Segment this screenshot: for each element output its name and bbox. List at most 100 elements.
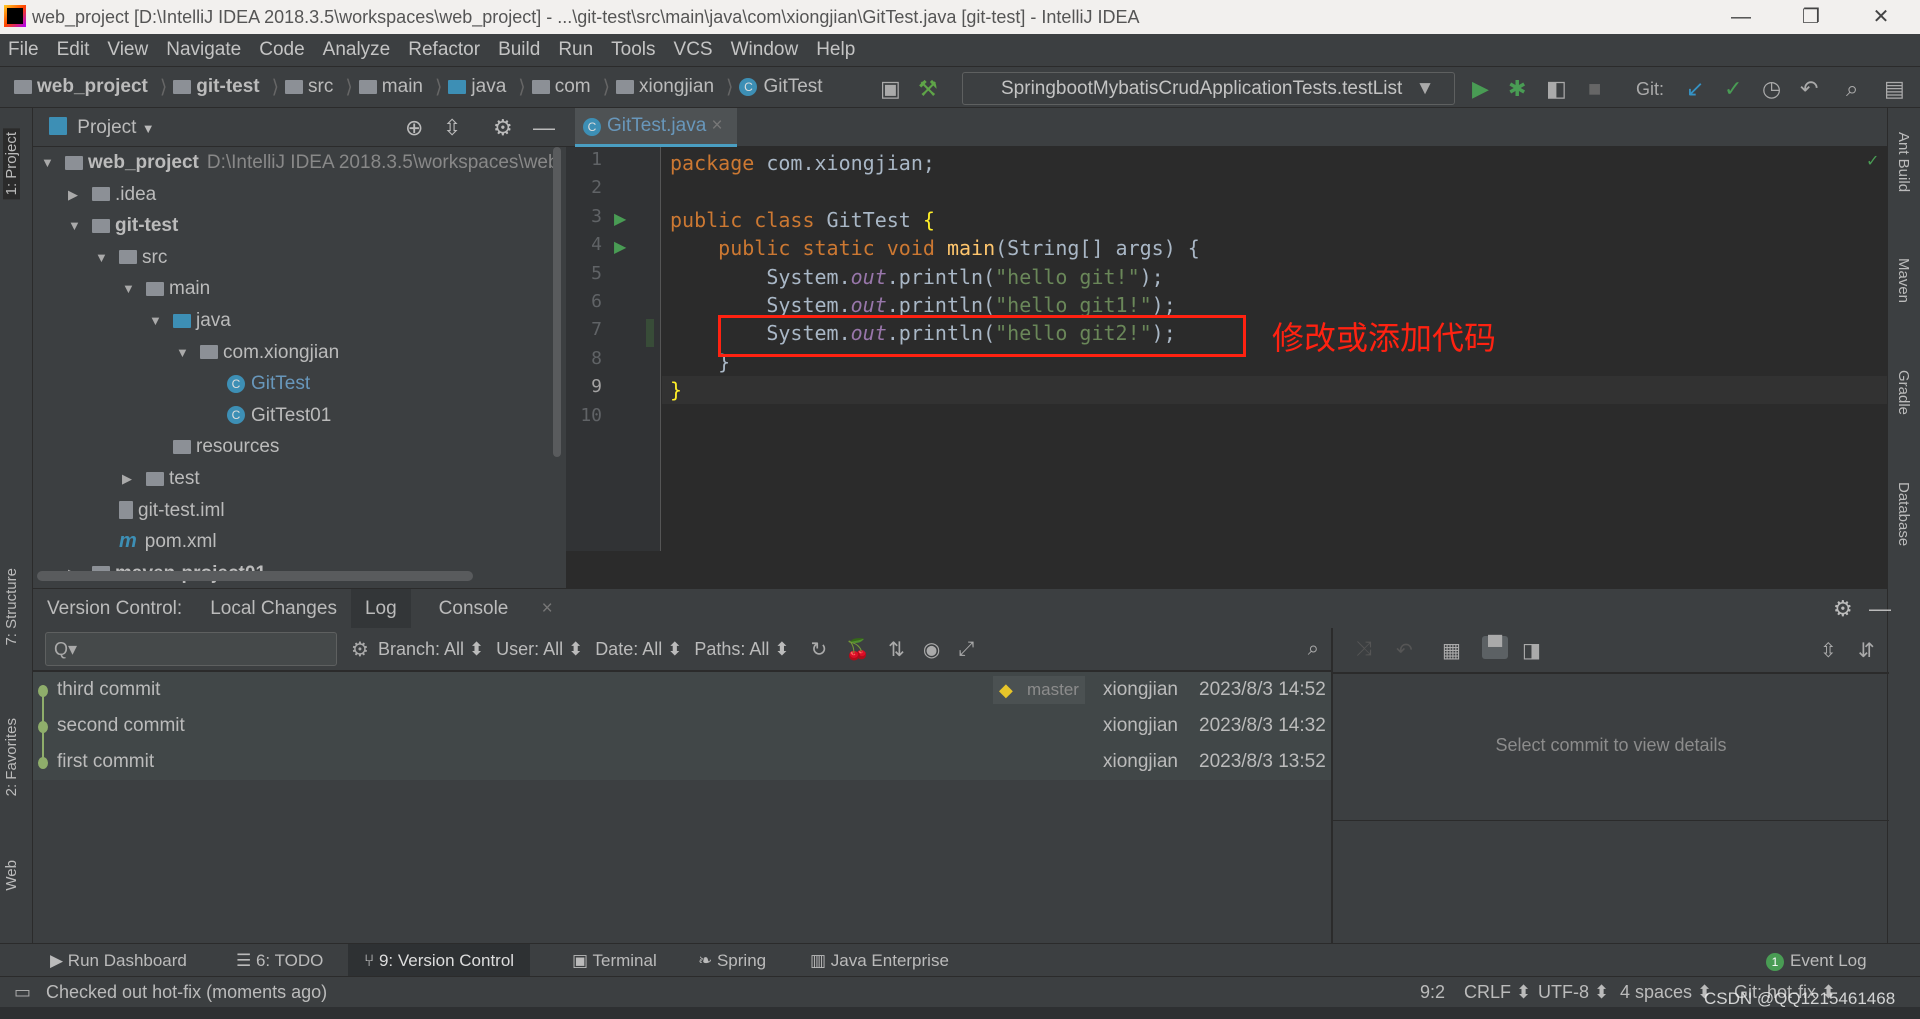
close-tab-icon[interactable]: × [712, 115, 723, 136]
bottom-tab[interactable]: ⑂ 9: Version Control [348, 944, 531, 977]
tab-console[interactable]: Console × [411, 589, 581, 628]
search-icon[interactable]: ⌕ [1846, 75, 1858, 103]
menu-edit[interactable]: Edit [57, 39, 90, 61]
tree-item[interactable]: git-test.iml [95, 495, 225, 526]
tree-item[interactable]: ▶ .idea [68, 179, 156, 210]
tool-tab-ant-build[interactable]: Ant Build [1895, 132, 1912, 192]
hide-icon[interactable]: — [1855, 589, 1905, 628]
gear-icon[interactable]: ⚙ [351, 637, 369, 662]
tree-item[interactable]: ▶ test [122, 463, 200, 494]
git-update-icon[interactable]: ↙ [1686, 75, 1704, 103]
rollback-icon[interactable]: ↶ [1800, 75, 1818, 103]
project-view-select[interactable]: Project [77, 117, 136, 138]
menu-run[interactable]: Run [558, 39, 593, 61]
commit-row[interactable]: third commit master ◆ xiongjian 2023/8/3 14:… [33, 672, 1331, 708]
expanded-arrow-icon[interactable]: ▼ [95, 242, 111, 273]
run-gutter-icon[interactable]: ▶ [614, 234, 626, 262]
user-filter[interactable]: User: All ⬍ [496, 639, 583, 660]
tab-log[interactable]: Log [350, 589, 411, 628]
menu-navigate[interactable]: Navigate [166, 39, 241, 61]
minimize-button[interactable]: — [1718, 0, 1764, 34]
commit-row[interactable]: first commit xiongjian 2023/8/3 13:52 [33, 744, 1331, 780]
expand-all-icon[interactable]: ⇳ [1820, 638, 1837, 663]
restore-button[interactable]: ❐ [1788, 0, 1834, 34]
breadcrumb-item[interactable]: C GitTest [739, 76, 823, 98]
sort-icon[interactable]: ⇅ [888, 637, 905, 662]
log-search-input[interactable]: Q▾ [45, 632, 337, 666]
menu-view[interactable]: View [107, 39, 148, 61]
tree-item[interactable]: resources [149, 431, 279, 462]
breadcrumb-item[interactable]: main [358, 76, 423, 98]
tool-tab-structure[interactable]: 7: Structure [3, 568, 20, 646]
collapse-all-icon[interactable]: ⇳ [443, 108, 461, 147]
paths-filter[interactable]: Paths: All ⬍ [694, 639, 789, 660]
breadcrumb-item[interactable]: src [285, 76, 333, 98]
menu-vcs[interactable]: VCS [674, 39, 713, 61]
chevron-down-icon[interactable]: ▼ [142, 121, 155, 136]
vertical-scrollbar[interactable] [553, 147, 561, 457]
tool-tab-database[interactable]: Database [1895, 482, 1912, 546]
menu-tools[interactable]: Tools [611, 39, 655, 61]
menu-file[interactable]: File [8, 39, 39, 61]
line-separator[interactable]: CRLF ⬍ [1464, 977, 1531, 1008]
tree-item[interactable]: ▼ com.xiongjian [176, 337, 339, 368]
vcs-change-marker[interactable] [646, 319, 654, 348]
bottom-tab[interactable]: ☰ 6: TODO [236, 944, 323, 977]
project-structure-icon[interactable]: ▤ [1884, 75, 1905, 103]
build-hammer-icon[interactable]: ⚒ [918, 75, 938, 103]
tree-item[interactable]: ▼ main [122, 273, 210, 304]
tree-item[interactable]: ▼ git-test [68, 210, 178, 241]
indent[interactable]: 4 spaces ⬍ [1620, 977, 1712, 1008]
expanded-arrow-icon[interactable]: ▼ [68, 210, 84, 241]
tree-item[interactable]: ▼ web_project D:\IntelliJ IDEA 2018.3.5\wo… [41, 147, 559, 178]
layout-horizontal-icon[interactable]: ▀ [1482, 636, 1509, 659]
open-new-tab-icon[interactable]: ⤢ [958, 638, 974, 661]
file-encoding[interactable]: UTF-8 ⬍ [1538, 977, 1609, 1008]
run-configuration-select[interactable]: SpringbootMybatisCrudApplicationTests.te… [962, 72, 1455, 105]
menu-help[interactable]: Help [816, 39, 855, 61]
collapsed-arrow-icon[interactable]: ▶ [68, 179, 84, 210]
history-icon[interactable]: ◷ [1762, 75, 1781, 103]
cherry-pick-icon[interactable]: ⤨ [1356, 638, 1372, 661]
layout-vertical-icon[interactable]: ◨ [1522, 638, 1541, 663]
tool-tab-web[interactable]: Web [3, 860, 20, 891]
event-log-tab[interactable]: 1 Event Log [1766, 944, 1867, 977]
run-icon[interactable]: ▶ [1472, 75, 1489, 103]
tool-tab-maven[interactable]: Maven [1895, 258, 1912, 303]
run-gutter-icon[interactable]: ▶ [614, 206, 626, 234]
coverage-icon[interactable]: ◧ [1546, 75, 1567, 103]
date-filter[interactable]: Date: All ⬍ [595, 639, 682, 660]
code-line[interactable]: public class GitTest { [670, 206, 935, 234]
menu-build[interactable]: Build [498, 39, 540, 61]
breadcrumb-item[interactable]: java [448, 76, 506, 98]
bottom-tab[interactable]: ▥ Java Enterprise [810, 944, 949, 977]
collapsed-arrow-icon[interactable]: ▶ [122, 463, 138, 494]
layout-icon[interactable]: ▣ [880, 75, 901, 103]
close-button[interactable]: ✕ [1858, 0, 1904, 34]
expanded-arrow-icon[interactable]: ▼ [122, 273, 138, 304]
close-tab-icon[interactable]: × [528, 598, 567, 619]
horizontal-scrollbar[interactable] [37, 571, 473, 581]
debug-icon[interactable]: ✱ [1508, 75, 1526, 103]
cherry-pick-icon[interactable]: 🍒 [845, 637, 870, 662]
menu-analyze[interactable]: Analyze [323, 39, 391, 61]
expanded-arrow-icon[interactable]: ▼ [149, 305, 165, 336]
menu-window[interactable]: Window [731, 39, 799, 61]
commit-row[interactable]: second commit xiongjian 2023/8/3 14:32 [33, 708, 1331, 744]
breadcrumb-item[interactable]: git-test [173, 76, 260, 98]
bottom-tab[interactable]: ▣ Terminal [572, 944, 657, 977]
tree-item[interactable]: ▼ src [95, 242, 167, 273]
revert-icon[interactable]: ↶ [1396, 638, 1413, 663]
tool-tab-favorites[interactable]: 2: Favorites [3, 718, 20, 796]
code-line[interactable]: } [670, 376, 682, 404]
gear-icon[interactable]: ⚙ [493, 108, 513, 147]
group-icon[interactable]: ▦ [1442, 638, 1461, 663]
tree-item[interactable]: C GitTest01 [203, 400, 331, 431]
tool-tab-gradle[interactable]: Gradle [1895, 370, 1912, 415]
eye-icon[interactable]: ◉ [923, 637, 940, 662]
caret-position[interactable]: 9:2 [1420, 977, 1445, 1008]
tool-tab-project[interactable]: 1: Project [3, 128, 20, 200]
breadcrumb-item[interactable]: com [531, 76, 591, 98]
menu-code[interactable]: Code [259, 39, 304, 61]
tab-local-changes[interactable]: Local Changes [196, 589, 351, 628]
